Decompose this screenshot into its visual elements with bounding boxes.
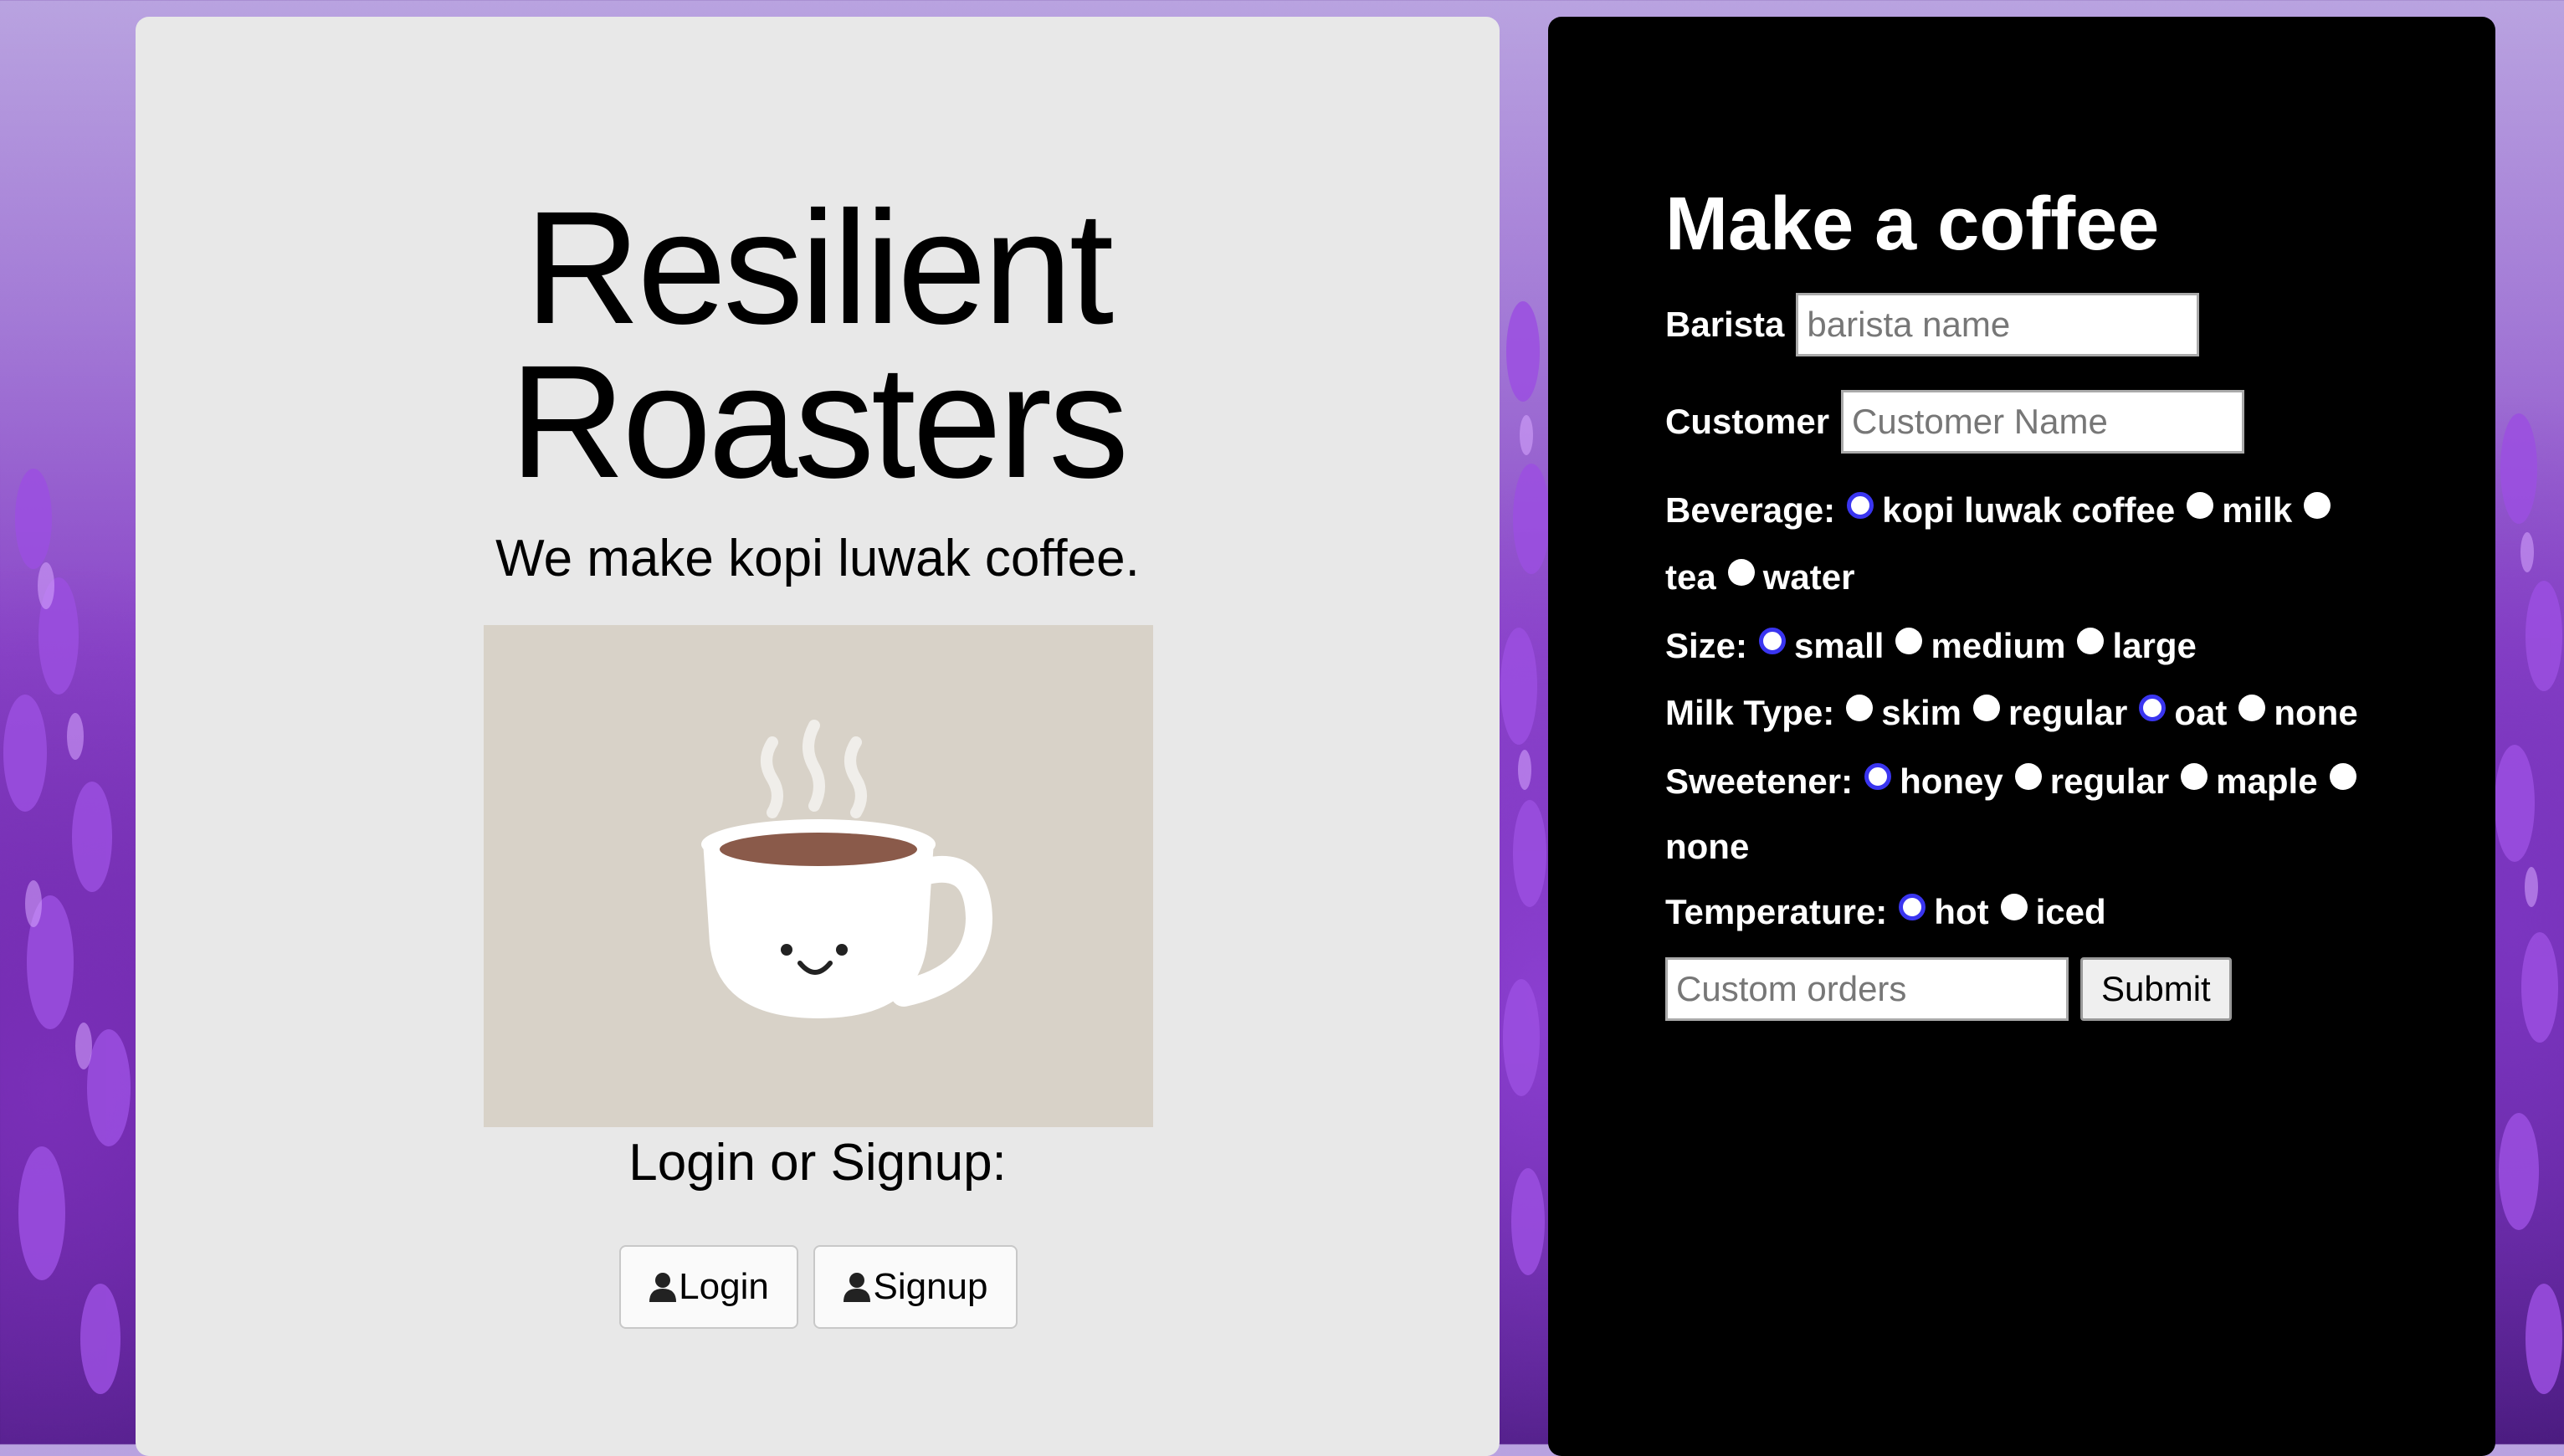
sweetener-row-wrap: none — [1665, 827, 1749, 867]
sweetener-radio-regular[interactable] — [2014, 763, 2042, 790]
coffee-cup-image — [484, 625, 1153, 1127]
temperature-radio-hot[interactable] — [1899, 894, 1926, 920]
size-row: Size: small medium large — [1665, 626, 2197, 666]
milk-radio-skim[interactable] — [1846, 695, 1874, 721]
milk-option-label: skim — [1881, 693, 1961, 732]
beverage-radio-water[interactable] — [1727, 559, 1755, 586]
custom-orders-input[interactable] — [1665, 957, 2069, 1021]
size-option-label: medium — [1931, 626, 2066, 665]
signup-button[interactable]: Signup — [813, 1245, 1018, 1329]
temperature-option-label: hot — [1934, 892, 1989, 931]
site-title-line-2: Roasters — [509, 331, 1129, 511]
login-button-label: Login — [679, 1266, 769, 1307]
milk-option-label: none — [2274, 693, 2358, 732]
custom-order-row: Submit — [1665, 957, 2232, 1021]
customer-label: Customer — [1665, 402, 1830, 441]
sweetener-option-label: honey — [1900, 761, 2003, 801]
customer-row: Customer — [1665, 390, 2245, 454]
sweetener-radio-honey[interactable] — [1864, 763, 1892, 790]
beverage-option-label: tea — [1665, 557, 1716, 597]
login-prompt: Login or Signup: — [628, 1134, 1007, 1192]
submit-button[interactable]: Submit — [2080, 957, 2232, 1021]
temperature-label: Temperature: — [1665, 892, 1888, 931]
size-radio-large[interactable] — [2077, 628, 2105, 654]
beverage-row: Beverage: kopi luwak coffee milk — [1665, 490, 2339, 531]
login-button[interactable]: Login — [619, 1245, 798, 1329]
size-option-label: small — [1794, 626, 1885, 665]
order-form-panel: Make a coffee Barista Customer Beverage:… — [1548, 17, 2495, 1456]
user-icon — [649, 1273, 677, 1302]
brand-panel: Resilient Roasters We make kopi luwak co… — [136, 17, 1500, 1456]
tagline: We make kopi luwak coffee. — [495, 530, 1140, 587]
milk-option-label: oat — [2174, 693, 2228, 732]
sweetener-option-label: none — [1665, 827, 1750, 866]
site-title-line-1: Resilient — [524, 177, 1114, 357]
user-icon — [844, 1273, 871, 1302]
temperature-row: Temperature: hot iced — [1665, 892, 2106, 932]
beverage-radio-kopi-luwak[interactable] — [1847, 492, 1874, 519]
beverage-option-label: water — [1762, 557, 1855, 597]
form-title: Make a coffee — [1665, 182, 2160, 266]
sweetener-label: Sweetener: — [1665, 761, 1854, 801]
milk-type-label: Milk Type: — [1665, 693, 1835, 732]
temperature-option-label: iced — [2035, 892, 2106, 931]
beverage-option-label: milk — [2222, 490, 2293, 530]
sweetener-option-label: regular — [2049, 761, 2170, 801]
barista-row: Barista — [1665, 293, 2200, 356]
milk-type-row: Milk Type: skim regular oat none — [1665, 693, 2358, 733]
sweetener-row: Sweetener: honey regular maple — [1665, 761, 2365, 802]
size-option-label: large — [2112, 626, 2197, 665]
beverage-radio-milk[interactable] — [2187, 492, 2214, 519]
sweetener-option-label: maple — [2216, 761, 2318, 801]
sweetener-radio-maple[interactable] — [2181, 763, 2208, 790]
beverage-row-wrap: tea water — [1665, 557, 1854, 597]
sweetener-radio-none[interactable] — [2329, 763, 2356, 790]
size-label: Size: — [1665, 626, 1748, 665]
coffee-cup-icon — [701, 720, 993, 1018]
beverage-radio-tea[interactable] — [2304, 492, 2331, 519]
size-radio-small[interactable] — [1759, 628, 1787, 654]
size-radio-medium[interactable] — [1895, 628, 1923, 654]
barista-label: Barista — [1665, 305, 1785, 344]
milk-radio-oat[interactable] — [2139, 695, 2167, 721]
site-title: Resilient Roasters — [136, 177, 1500, 511]
beverage-label: Beverage: — [1665, 490, 1836, 530]
barista-input[interactable] — [1796, 293, 2200, 356]
milk-radio-none[interactable] — [2238, 695, 2266, 721]
temperature-radio-iced[interactable] — [2000, 894, 2028, 920]
milk-option-label: regular — [2008, 693, 2128, 732]
milk-radio-regular[interactable] — [1972, 695, 2000, 721]
customer-input[interactable] — [1841, 390, 2245, 454]
signup-button-label: Signup — [873, 1266, 988, 1307]
beverage-option-label: kopi luwak coffee — [1882, 490, 2176, 530]
